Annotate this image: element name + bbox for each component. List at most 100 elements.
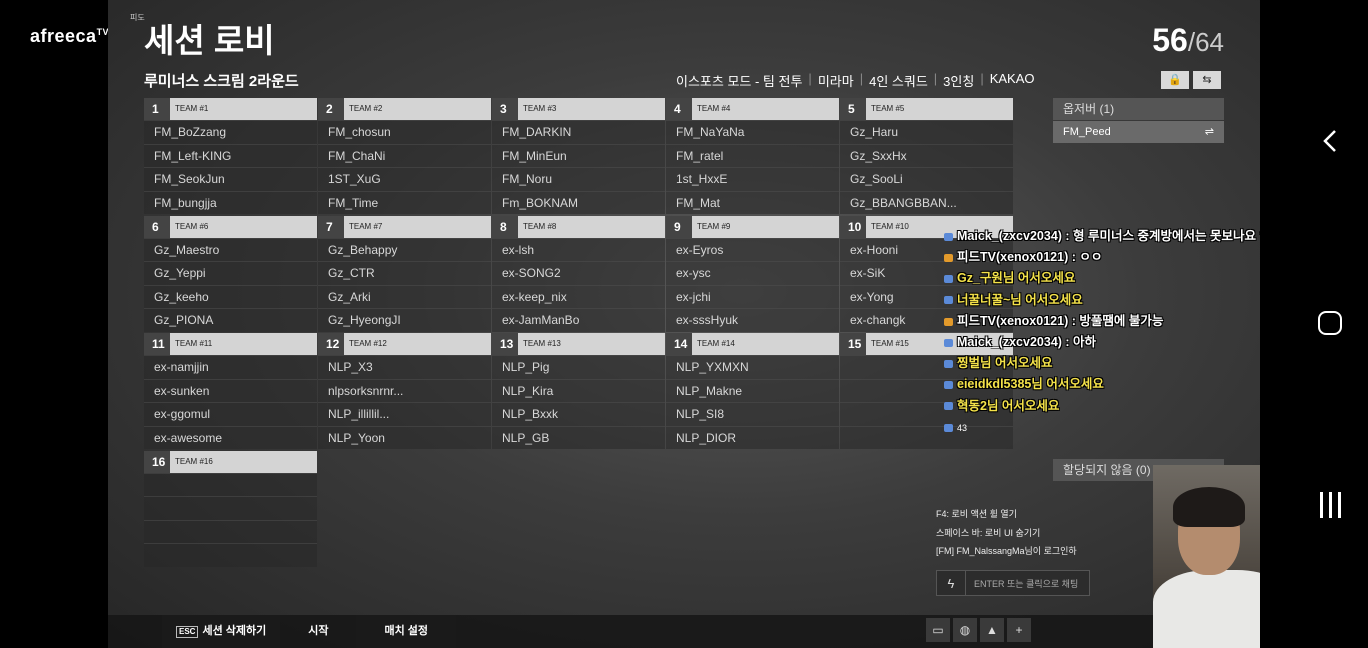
player-slot[interactable]: ex-namjjin [144, 355, 317, 379]
team-card[interactable]: 12 TEAM #12 NLP_X3 nlpsorksnrnr... NLP_illil… [318, 333, 491, 449]
player-slot[interactable]: Gz_Maestro [144, 237, 317, 261]
team-card[interactable]: 6 TEAM #6 Gz_Maestro Gz_Yeppi Gz_keeho Gz_PIO… [144, 215, 317, 332]
player-slot[interactable]: ex-jchi [666, 284, 839, 308]
player-slot[interactable]: Gz_Haru [840, 120, 1013, 144]
team-header[interactable]: 1 TEAM #1 [144, 98, 317, 120]
player-slot[interactable]: ex-Eyros [666, 237, 839, 261]
player-slot[interactable]: nlpsorksnrnr... [318, 378, 491, 402]
player-slot[interactable]: FM_ChaNi [318, 143, 491, 167]
player-slot[interactable]: 1st_HxxE [666, 167, 839, 191]
lightning-icon[interactable]: ϟ [937, 571, 966, 595]
player-slot[interactable]: NLP_YXMXN [666, 355, 839, 379]
player-slot[interactable]: ex-ysc [666, 261, 839, 285]
player-slot[interactable]: NLP_Kira [492, 378, 665, 402]
player-slot[interactable]: Gz_SooLi [840, 167, 1013, 191]
player-slot[interactable] [144, 543, 317, 567]
player-slot[interactable]: FM_BoZzang [144, 120, 317, 144]
player-slot[interactable]: Gz_Yeppi [144, 261, 317, 285]
player-slot[interactable]: FM_Time [318, 190, 491, 214]
swap-icon[interactable]: ⇌ [1205, 121, 1214, 143]
player-slot[interactable]: NLP_illillil... [318, 402, 491, 426]
player-slot[interactable]: ex-ggomul [144, 402, 317, 426]
player-slot[interactable]: NLP_GB [492, 425, 665, 449]
player-slot[interactable]: Gz_Arki [318, 284, 491, 308]
recent-apps-icon[interactable] [1318, 490, 1344, 520]
back-icon[interactable] [1318, 128, 1344, 154]
team-header[interactable]: 13 TEAM #13 [492, 333, 665, 355]
team-header[interactable]: 14 TEAM #14 [666, 333, 839, 355]
player-slot[interactable] [144, 472, 317, 496]
player-slot[interactable]: Gz_PIONA [144, 308, 317, 332]
delete-session-button[interactable]: ESC 세션 삭제하기 [162, 615, 281, 648]
player-slot[interactable]: NLP_Bxxk [492, 402, 665, 426]
player-slot[interactable]: FM_chosun [318, 120, 491, 144]
chat-icon[interactable]: ▭ [926, 618, 950, 642]
player-slot[interactable]: FM_Left-KING [144, 143, 317, 167]
player-slot[interactable]: FM_NaYaNa [666, 120, 839, 144]
player-slot[interactable]: Gz_CTR [318, 261, 491, 285]
player-slot[interactable]: ex-SONG2 [492, 261, 665, 285]
player-slot[interactable]: ex-JamManBo [492, 308, 665, 332]
team-header[interactable]: 3 TEAM #3 [492, 98, 665, 120]
team-card[interactable]: 8 TEAM #8 ex-lsh ex-SONG2 ex-keep_nix ex-JamM… [492, 215, 665, 332]
player-slot[interactable]: ex-awesome [144, 425, 317, 449]
team-header[interactable]: 9 TEAM #9 [666, 215, 839, 238]
player-slot[interactable]: FM_MinEun [492, 143, 665, 167]
player-slot[interactable]: ex-sunken [144, 378, 317, 402]
chat-input[interactable]: ϟ ENTER 또는 클릭으로 채팅 [936, 570, 1090, 596]
player-slot[interactable]: ex-lsh [492, 237, 665, 261]
team-card[interactable]: 13 TEAM #13 NLP_Pig NLP_Kira NLP_Bxxk NLP_GB [492, 333, 665, 449]
home-icon[interactable] [1318, 311, 1342, 335]
player-slot[interactable]: ex-keep_nix [492, 284, 665, 308]
team-card[interactable]: 9 TEAM #9 ex-Eyros ex-ysc ex-jchi ex-sssHyuk [666, 215, 839, 332]
team-header[interactable]: 7 TEAM #7 [318, 215, 491, 238]
player-slot[interactable]: FM_bungjja [144, 190, 317, 214]
player-slot[interactable]: ex-sssHyuk [666, 308, 839, 332]
plus-icon[interactable]: + [1007, 618, 1031, 642]
start-button[interactable]: 시작 [280, 615, 356, 648]
player-slot[interactable]: Gz_Behappy [318, 237, 491, 261]
player-slot[interactable]: 1ST_XuG [318, 167, 491, 191]
player-slot[interactable]: Gz_HyeongJI [318, 308, 491, 332]
team-card[interactable]: 16 TEAM #16 [144, 450, 317, 567]
player-slot[interactable]: Fm_BOKNAM [492, 190, 665, 214]
team-card[interactable]: 7 TEAM #7 Gz_Behappy Gz_CTR Gz_Arki Gz_Hyeong… [318, 215, 491, 332]
team-header[interactable]: 6 TEAM #6 [144, 215, 317, 238]
player-slot[interactable]: Gz_BBANGBBAN... [840, 190, 1013, 214]
team-card[interactable]: 5 TEAM #5 Gz_Haru Gz_SxxHx Gz_SooLi Gz_BBANGB… [840, 98, 1013, 214]
team-card[interactable]: 1 TEAM #1 FM_BoZzang FM_Left-KING FM_SeokJun… [144, 98, 317, 214]
team-header[interactable]: 11 TEAM #11 [144, 333, 317, 355]
match-settings-button[interactable]: 매치 설정 [356, 615, 457, 648]
player-slot[interactable]: Gz_keeho [144, 284, 317, 308]
player-slot[interactable]: NLP_Makne [666, 378, 839, 402]
player-slot[interactable]: FM_Mat [666, 190, 839, 214]
lock-icon[interactable]: 🔒 [1161, 71, 1189, 89]
team-header[interactable]: 4 TEAM #4 [666, 98, 839, 120]
player-slot[interactable]: NLP_X3 [318, 355, 491, 379]
observer-player[interactable]: FM_Peed ⇌ [1053, 121, 1224, 143]
team-card[interactable]: 2 TEAM #2 FM_chosun FM_ChaNi 1ST_XuG FM_Time [318, 98, 491, 214]
player-slot[interactable]: FM_Noru [492, 167, 665, 191]
person-icon[interactable]: ▲ [980, 618, 1004, 642]
player-slot[interactable]: NLP_Yoon [318, 425, 491, 449]
team-header[interactable]: 8 TEAM #8 [492, 215, 665, 238]
globe-icon[interactable]: ◍ [953, 618, 977, 642]
team-card[interactable]: 11 TEAM #11 ex-namjjin ex-sunken ex-ggomul ex… [144, 333, 317, 449]
player-slot[interactable] [144, 496, 317, 520]
team-card[interactable]: 3 TEAM #3 FM_DARKIN FM_MinEun FM_Noru Fm_BOKN… [492, 98, 665, 214]
player-slot[interactable]: NLP_SI8 [666, 402, 839, 426]
swap-icon[interactable]: ⇆ [1193, 71, 1221, 89]
player-slot[interactable]: NLP_Pig [492, 355, 665, 379]
team-card[interactable]: 14 TEAM #14 NLP_YXMXN NLP_Makne NLP_SI8 NLP_D… [666, 333, 839, 449]
team-card[interactable]: 4 TEAM #4 FM_NaYaNa FM_ratel 1st_HxxE FM_Mat [666, 98, 839, 214]
team-header[interactable]: 5 TEAM #5 [840, 98, 1013, 120]
player-slot[interactable]: FM_SeokJun [144, 167, 317, 191]
player-slot[interactable]: NLP_DIOR [666, 425, 839, 449]
team-header[interactable]: 16 TEAM #16 [144, 450, 317, 473]
player-slot[interactable]: FM_ratel [666, 143, 839, 167]
player-slot[interactable]: Gz_SxxHx [840, 143, 1013, 167]
player-slot[interactable]: FM_DARKIN [492, 120, 665, 144]
player-slot[interactable] [144, 519, 317, 543]
team-header[interactable]: 12 TEAM #12 [318, 333, 491, 355]
team-header[interactable]: 2 TEAM #2 [318, 98, 491, 120]
